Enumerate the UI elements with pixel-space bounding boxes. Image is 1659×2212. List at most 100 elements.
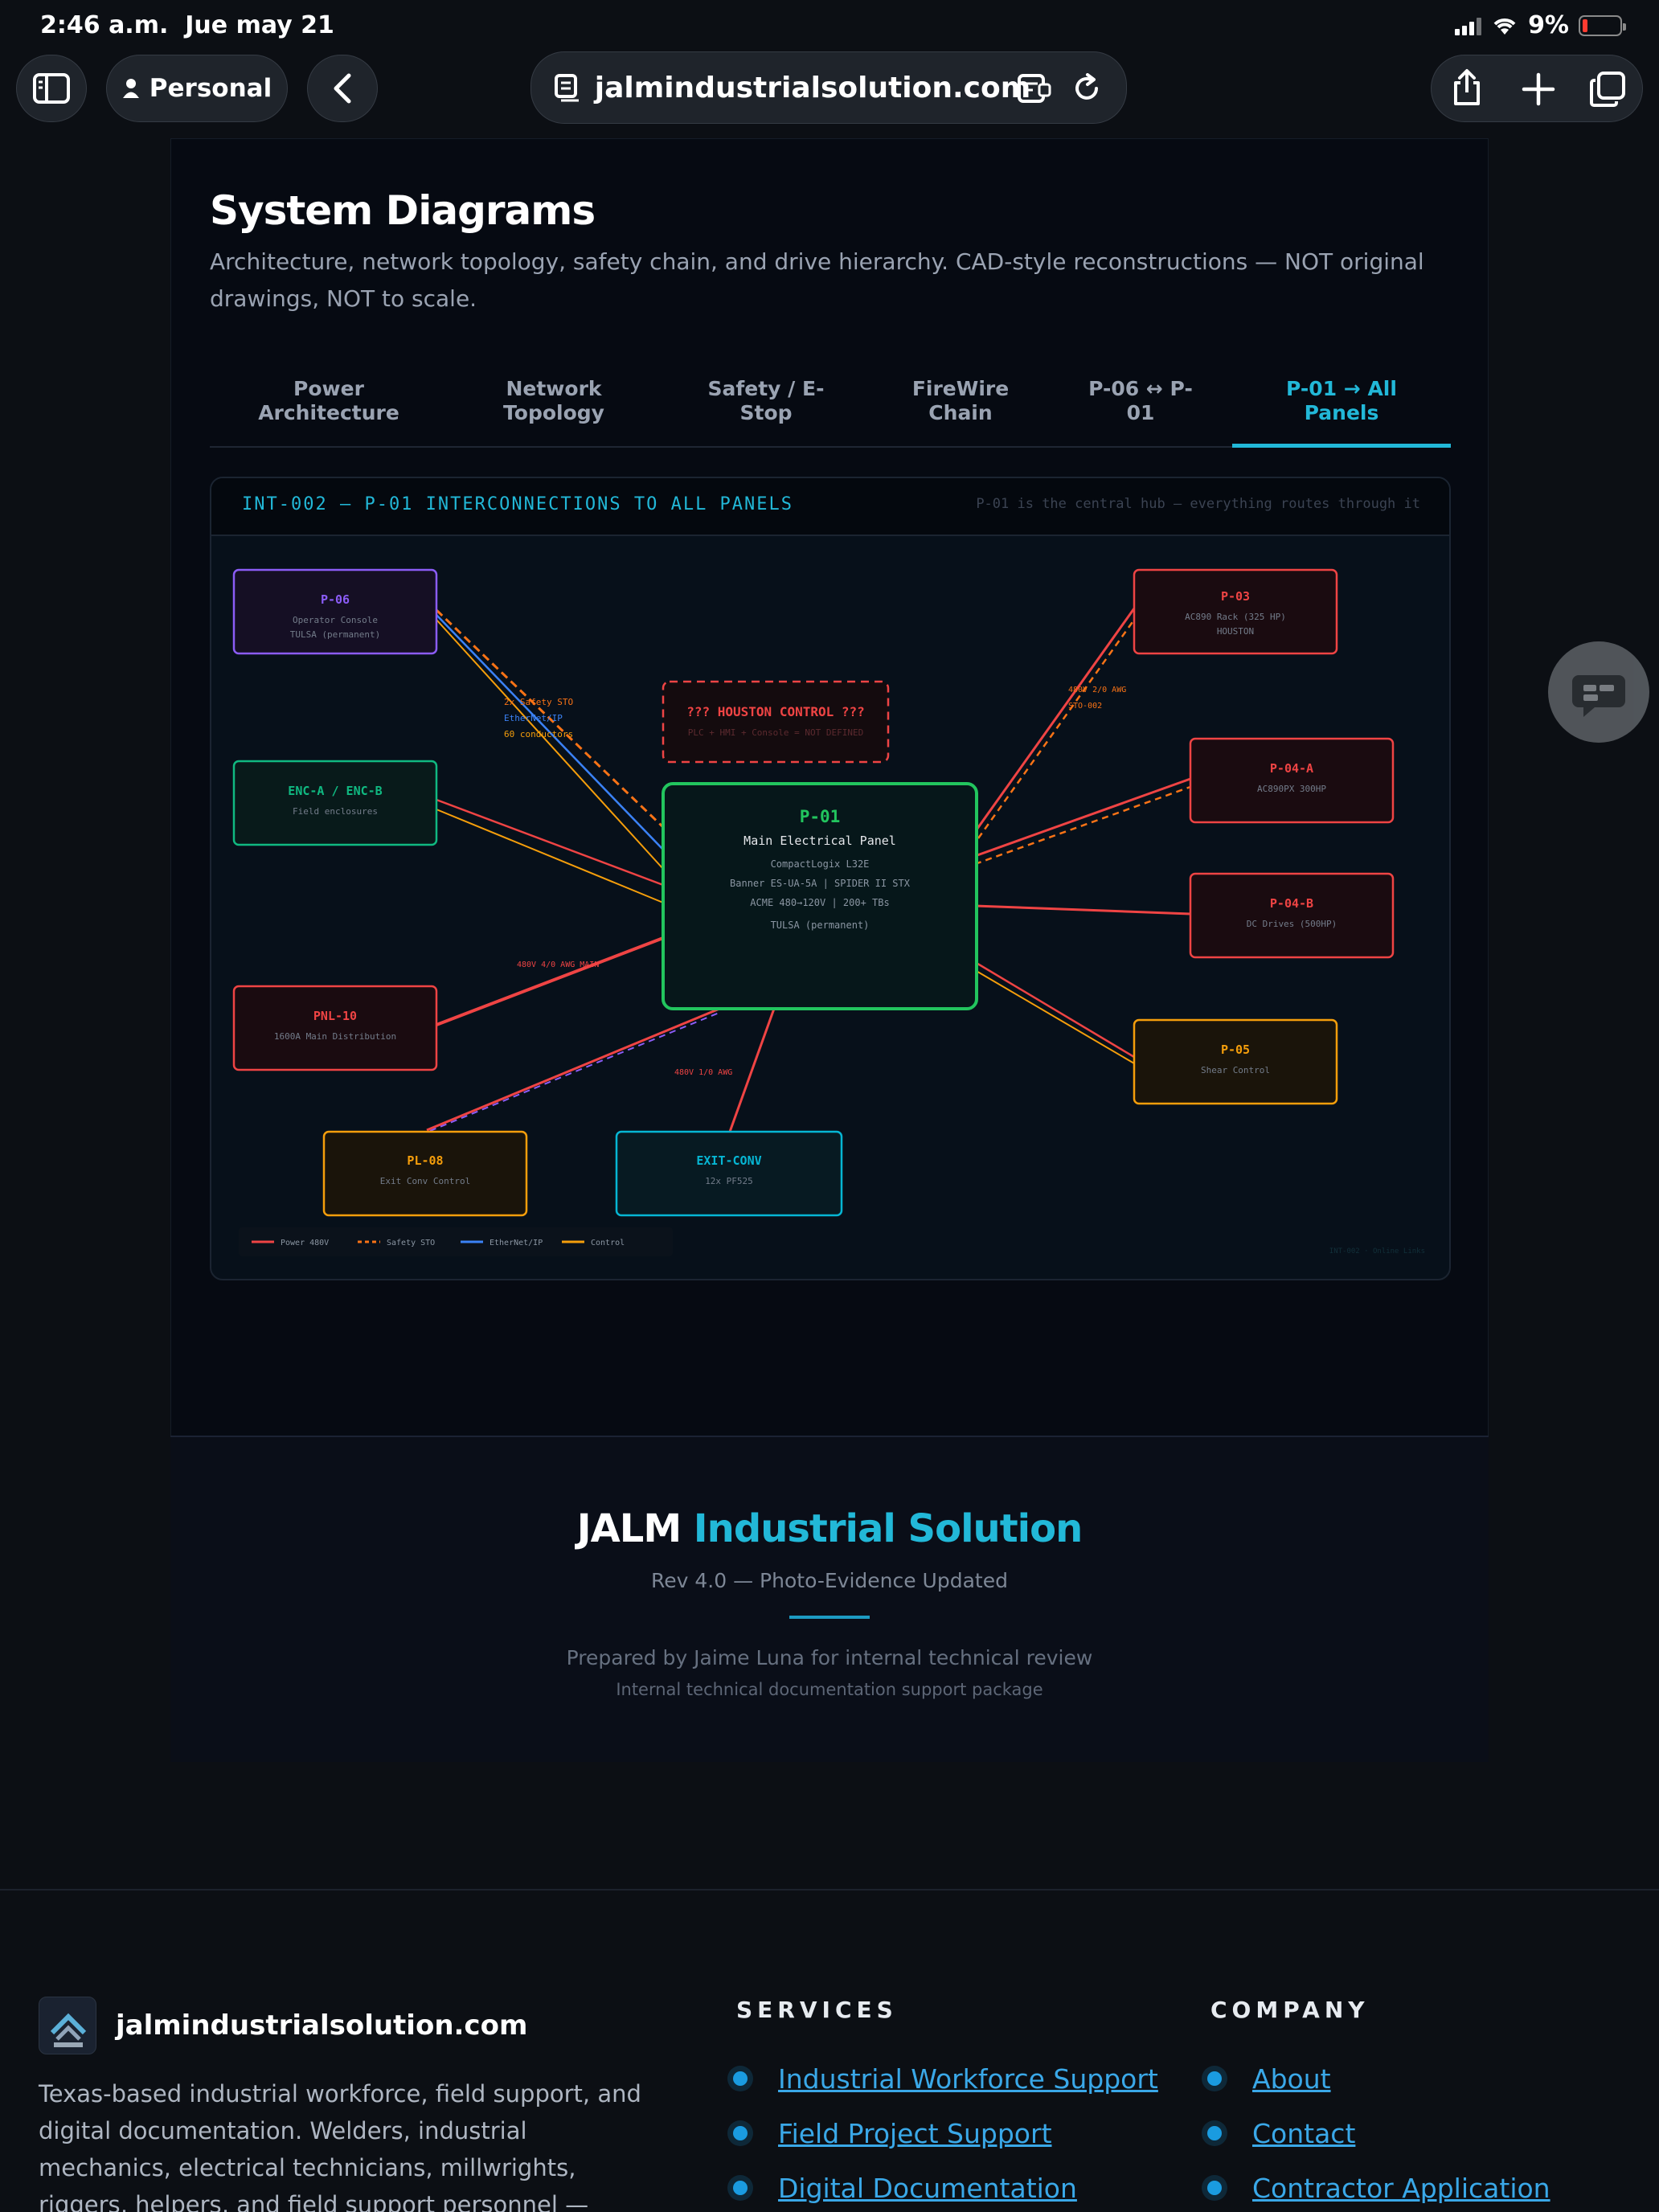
company-item: Contractor Application [1202, 2161, 1550, 2212]
battery-icon [1579, 14, 1626, 36]
link-contractor-application[interactable]: Contractor Application [1252, 2173, 1550, 2204]
doc-package-note: Internal technical documentation support… [616, 1680, 1043, 1699]
link-digital-documentation[interactable]: Digital Documentation [778, 2173, 1077, 2204]
bullet-icon [1207, 2181, 1222, 2195]
battery-percent: 9% [1528, 11, 1569, 39]
link-industrial-workforce-support[interactable]: Industrial Workforce Support [778, 2063, 1158, 2095]
new-tab-icon[interactable] [1522, 72, 1555, 106]
wire-exitconv-power [728, 1008, 776, 1133]
tab-network-topology[interactable]: Network Topology [448, 377, 660, 448]
tab-p06-p01[interactable]: P-06 ↔ P- 01 [1049, 377, 1232, 448]
wire-p04a-power [974, 777, 1191, 858]
footer-brand[interactable]: jalmindustrialsolution.com [39, 1997, 527, 2054]
hub-p01[interactable]: P-01 Main Electrical Panel CompactLogix … [662, 782, 978, 1010]
node-p05[interactable]: P-05 Shear Control [1133, 1018, 1338, 1105]
node-p06-line-1: Operator Console [293, 615, 378, 625]
services-item: Field Project Support [728, 2106, 1158, 2161]
tab-p01-all-panels[interactable]: P-01 → All Panels [1232, 377, 1451, 448]
company-links: About Contact Contractor Application [1202, 2051, 1550, 2212]
node-p03-line-2: HOUSTON [1217, 626, 1254, 637]
section-subtitle: Architecture, network topology, safety c… [210, 248, 1424, 312]
bullet-icon [733, 2071, 748, 2086]
node-p05-id: P-05 [1221, 1043, 1250, 1057]
company-item: Contact [1202, 2106, 1550, 2161]
node-enc-line-1: Field enclosures [293, 806, 378, 817]
status-bar: 2:46 a.m. Jue may 21 9% [0, 0, 1659, 48]
hub-name: Main Electrical Panel [743, 834, 896, 848]
browser-toolbar: Personal jalmindustrialsolution.com [0, 48, 1659, 129]
node-exitconv-line-1: 12x PF525 [705, 1176, 753, 1186]
sidebar-toggle-button[interactable] [16, 55, 87, 122]
diagram-section: System Diagrams Architecture, network to… [170, 138, 1489, 1439]
link-contact[interactable]: Contact [1252, 2118, 1355, 2149]
node-pl08[interactable]: PL-08 Exit Conv Control [322, 1130, 528, 1217]
wire-pnl10-power [436, 936, 664, 1026]
houston-subtitle: PLC + HMI + Console = NOT DEFINED [688, 727, 864, 738]
node-p03[interactable]: P-03 AC890 Rack (325 HP) HOUSTON [1133, 568, 1338, 655]
hub-line-3: ACME 480→120V | 200+ TBs [750, 897, 889, 908]
node-p04b[interactable]: P-04-B DC Drives (500HP) [1189, 872, 1395, 959]
hub-id: P-01 [800, 807, 841, 826]
company-logo [39, 1997, 96, 2054]
node-pnl10-id: PNL-10 [313, 1009, 357, 1023]
reader-icon [555, 74, 579, 102]
wire-p05-control [974, 969, 1135, 1064]
link-field-project-support[interactable]: Field Project Support [778, 2118, 1052, 2149]
hub-line-1: CompactLogix L32E [771, 858, 870, 870]
back-button[interactable] [307, 55, 378, 122]
link-about[interactable]: About [1252, 2063, 1331, 2095]
node-p06-id: P-06 [321, 592, 350, 607]
translate-icon[interactable] [1017, 73, 1052, 104]
wire-enc-power [436, 798, 664, 887]
doc-footer: JALM Industrial Solution Rev 4.0 — Photo… [170, 1436, 1489, 1762]
wire-label-sto: 2x Safety STO [504, 697, 573, 707]
node-p06[interactable]: P-06 Operator Console TULSA (permanent) [232, 568, 438, 655]
services-item: Digital Documentation [728, 2161, 1158, 2212]
houston-title: ??? HOUSTON CONTROL ??? [686, 704, 865, 719]
tab-safety-estop[interactable]: Safety / E- Stop [660, 377, 872, 448]
wire-p04b-power [974, 904, 1191, 916]
node-exitconv-id: EXIT-CONV [696, 1153, 761, 1168]
wire-p03-power [973, 608, 1136, 833]
hub-line-2: Banner ES-UA-5A | SPIDER II STX [730, 878, 911, 889]
legend-label-ethernet: EtherNet/IP [490, 1239, 543, 1247]
legend-label-power: Power 480V [281, 1239, 329, 1247]
person-icon [122, 79, 139, 98]
site-footer: jalmindustrialsolution.com Texas-based i… [0, 1889, 1659, 2212]
node-pnl10-line-1: 1600A Main Distribution [274, 1031, 396, 1042]
status-indicators: 9% [1455, 11, 1626, 39]
share-icon[interactable] [1451, 68, 1483, 107]
footer-description: Texas-based industrial workforce, field … [39, 2080, 641, 2212]
node-p03-line-1: AC890 Rack (325 HP) [1185, 612, 1286, 622]
node-exitconv[interactable]: EXIT-CONV 12x PF525 [615, 1130, 843, 1217]
address-bar[interactable]: jalmindustrialsolution.com [530, 51, 1127, 124]
status-time: 2:46 a.m. Jue may 21 [40, 11, 334, 39]
legend-label-safety: Safety STO [387, 1239, 435, 1247]
node-p04a-id: P-04-A [1270, 761, 1313, 776]
services-heading: SERVICES [736, 1997, 898, 2023]
wire-label-p03-sto: STO-002 [1068, 702, 1102, 711]
wire-p05-power [974, 961, 1135, 1059]
profile-button[interactable]: Personal [106, 55, 288, 122]
wire-label-p03-power: 480V 2/0 AWG [1068, 686, 1126, 694]
node-enc[interactable]: ENC-A / ENC-B Field enclosures [232, 760, 438, 846]
wire-p06-control [436, 619, 664, 870]
node-p04a-line-1: AC890PX 300HP [1257, 784, 1326, 794]
wire-label-pnl10: 480V 4/0 AWG MAIN [517, 961, 599, 969]
node-p04b-id: P-04-B [1270, 896, 1313, 911]
tab-firewire-chain[interactable]: FireWire Chain [872, 377, 1049, 448]
interconnection-diagram: INT-002 — P-01 INTERCONNECTIONS TO ALL P… [210, 477, 1451, 1280]
node-p04a[interactable]: P-04-A AC890PX 300HP [1189, 737, 1395, 824]
node-p04b-line-1: DC Drives (500HP) [1247, 919, 1337, 929]
reload-icon[interactable] [1071, 73, 1102, 104]
doc-brand: JALM Industrial Solution [576, 1506, 1083, 1551]
doc-prepared-by: Prepared by Jaime Luna for internal tech… [566, 1646, 1093, 1669]
node-pnl10[interactable]: PNL-10 1600A Main Distribution [232, 985, 438, 1071]
services-item: Industrial Workforce Support [728, 2051, 1158, 2106]
node-p06-line-2: TULSA (permanent) [290, 629, 381, 640]
diagram-canvas: 2x Safety STO EtherNet/IP 60 conductors … [232, 568, 1425, 1256]
tab-power-architecture[interactable]: Power Architecture [210, 377, 448, 448]
tabs-overview-icon[interactable] [1589, 71, 1626, 108]
houston-control-box: ??? HOUSTON CONTROL ??? PLC + HMI + Cons… [662, 680, 890, 764]
chat-button[interactable] [1548, 641, 1649, 743]
